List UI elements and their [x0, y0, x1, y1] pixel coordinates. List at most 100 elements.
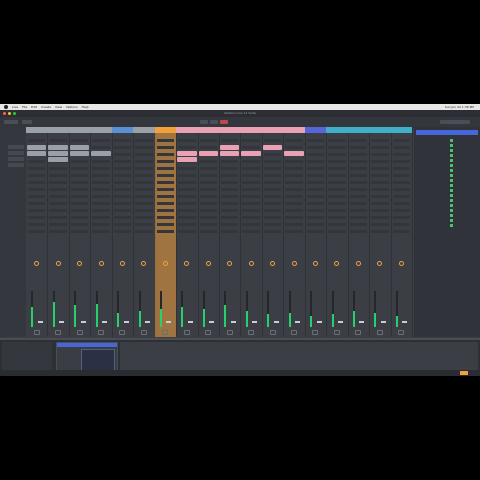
- track-activator-button[interactable]: [76, 330, 83, 335]
- stop-button[interactable]: [210, 120, 218, 124]
- clip-slot[interactable]: [199, 146, 217, 149]
- clip-slot[interactable]: [306, 195, 325, 198]
- track-header[interactable]: [111, 127, 134, 133]
- pan-knob[interactable]: [205, 261, 211, 266]
- track-activator-button[interactable]: [55, 330, 62, 335]
- clip-slot[interactable]: [349, 195, 368, 198]
- clip-slot[interactable]: [349, 139, 368, 142]
- volume-fader[interactable]: [273, 321, 279, 323]
- clip-slot[interactable]: [263, 188, 282, 191]
- clip-slot[interactable]: [178, 181, 196, 184]
- track-activator-button[interactable]: [226, 330, 233, 335]
- clip-slot[interactable]: [285, 223, 303, 226]
- clip-slot[interactable]: [328, 146, 346, 149]
- clip-slot[interactable]: [135, 230, 153, 233]
- clip-slot[interactable]: [392, 202, 410, 205]
- clip-slot[interactable]: [156, 188, 175, 191]
- clip-slot[interactable]: [349, 181, 368, 184]
- clip-slot[interactable]: [221, 188, 239, 191]
- clip-slot[interactable]: [156, 146, 175, 149]
- clip-slot[interactable]: [178, 188, 196, 191]
- track-activator-button[interactable]: [398, 330, 405, 335]
- scene-row[interactable]: [8, 163, 24, 167]
- track-header[interactable]: [369, 127, 391, 133]
- clip-slot[interactable]: [285, 167, 303, 170]
- clip-slot[interactable]: [328, 216, 346, 219]
- clip-slot[interactable]: [156, 223, 175, 226]
- clip[interactable]: [177, 157, 197, 162]
- browser-item[interactable]: [418, 154, 448, 157]
- track-activator-button[interactable]: [183, 330, 190, 335]
- clip-slot[interactable]: [221, 139, 239, 142]
- clip-slot[interactable]: [221, 223, 239, 226]
- pan-knob[interactable]: [355, 261, 361, 266]
- clip-slot[interactable]: [156, 195, 175, 198]
- browser-item[interactable]: [418, 199, 448, 202]
- clip-slot[interactable]: [28, 181, 46, 184]
- pan-knob[interactable]: [77, 261, 83, 266]
- clip-slot[interactable]: [92, 195, 110, 198]
- clip-slot[interactable]: [306, 188, 325, 191]
- clip-slot[interactable]: [178, 146, 196, 149]
- track-header[interactable]: [219, 127, 241, 133]
- clip-slot[interactable]: [70, 188, 89, 191]
- clip-slot[interactable]: [156, 167, 175, 170]
- clip[interactable]: [177, 151, 197, 156]
- clip-slot[interactable]: [242, 181, 260, 184]
- clip-slot[interactable]: [135, 209, 153, 212]
- browser-item[interactable]: [418, 164, 448, 167]
- clip-slot[interactable]: [221, 230, 239, 233]
- browser-item[interactable]: [418, 209, 448, 212]
- clip-slot[interactable]: [392, 230, 410, 233]
- clip[interactable]: [48, 157, 68, 162]
- clip-slot[interactable]: [371, 230, 389, 233]
- clip-slot[interactable]: [28, 202, 46, 205]
- browser-item[interactable]: [418, 219, 448, 222]
- volume-fader[interactable]: [209, 321, 215, 323]
- volume-fader[interactable]: [187, 321, 193, 323]
- clip-slot[interactable]: [199, 195, 217, 198]
- clip-slot[interactable]: [92, 209, 110, 212]
- clip-slot[interactable]: [392, 139, 410, 142]
- clip-slot[interactable]: [306, 174, 325, 177]
- clip[interactable]: [241, 151, 261, 156]
- clip-slot[interactable]: [70, 202, 89, 205]
- record-button[interactable]: [220, 120, 228, 124]
- clip-slot[interactable]: [92, 174, 110, 177]
- clip-slot[interactable]: [371, 216, 389, 219]
- clip-slot[interactable]: [328, 230, 346, 233]
- browser-item[interactable]: [418, 179, 448, 182]
- play-button[interactable]: [200, 120, 208, 124]
- clip-slot[interactable]: [199, 167, 217, 170]
- track-activator-button[interactable]: [291, 330, 298, 335]
- clip-slot[interactable]: [285, 195, 303, 198]
- menu-edit[interactable]: Edit: [31, 105, 37, 109]
- clip-slot[interactable]: [199, 223, 217, 226]
- clip-slot[interactable]: [178, 174, 196, 177]
- volume-fader[interactable]: [102, 321, 108, 323]
- volume-fader[interactable]: [123, 321, 129, 323]
- time-signature-field[interactable]: [22, 120, 32, 124]
- track-header[interactable]: [68, 127, 91, 133]
- browser-item[interactable]: [418, 214, 448, 217]
- clip-slot[interactable]: [113, 188, 132, 191]
- clip-slot[interactable]: [199, 230, 217, 233]
- pan-knob[interactable]: [162, 261, 168, 266]
- clip-slot[interactable]: [92, 139, 110, 142]
- clip-slot[interactable]: [92, 188, 110, 191]
- pan-knob[interactable]: [377, 261, 383, 266]
- track-header[interactable]: [197, 127, 219, 133]
- clip-slot[interactable]: [199, 209, 217, 212]
- clip[interactable]: [284, 151, 304, 156]
- volume-fader[interactable]: [252, 321, 258, 323]
- track-header[interactable]: [47, 127, 69, 133]
- clip-slot[interactable]: [263, 160, 282, 163]
- clip-slot[interactable]: [156, 209, 175, 212]
- clip-slot[interactable]: [28, 139, 46, 142]
- clip-slot[interactable]: [49, 230, 67, 233]
- clip-slot[interactable]: [135, 146, 153, 149]
- clip-slot[interactable]: [113, 146, 132, 149]
- clip-slot[interactable]: [156, 139, 175, 142]
- scene-row[interactable]: [8, 145, 24, 149]
- clip-slot[interactable]: [178, 223, 196, 226]
